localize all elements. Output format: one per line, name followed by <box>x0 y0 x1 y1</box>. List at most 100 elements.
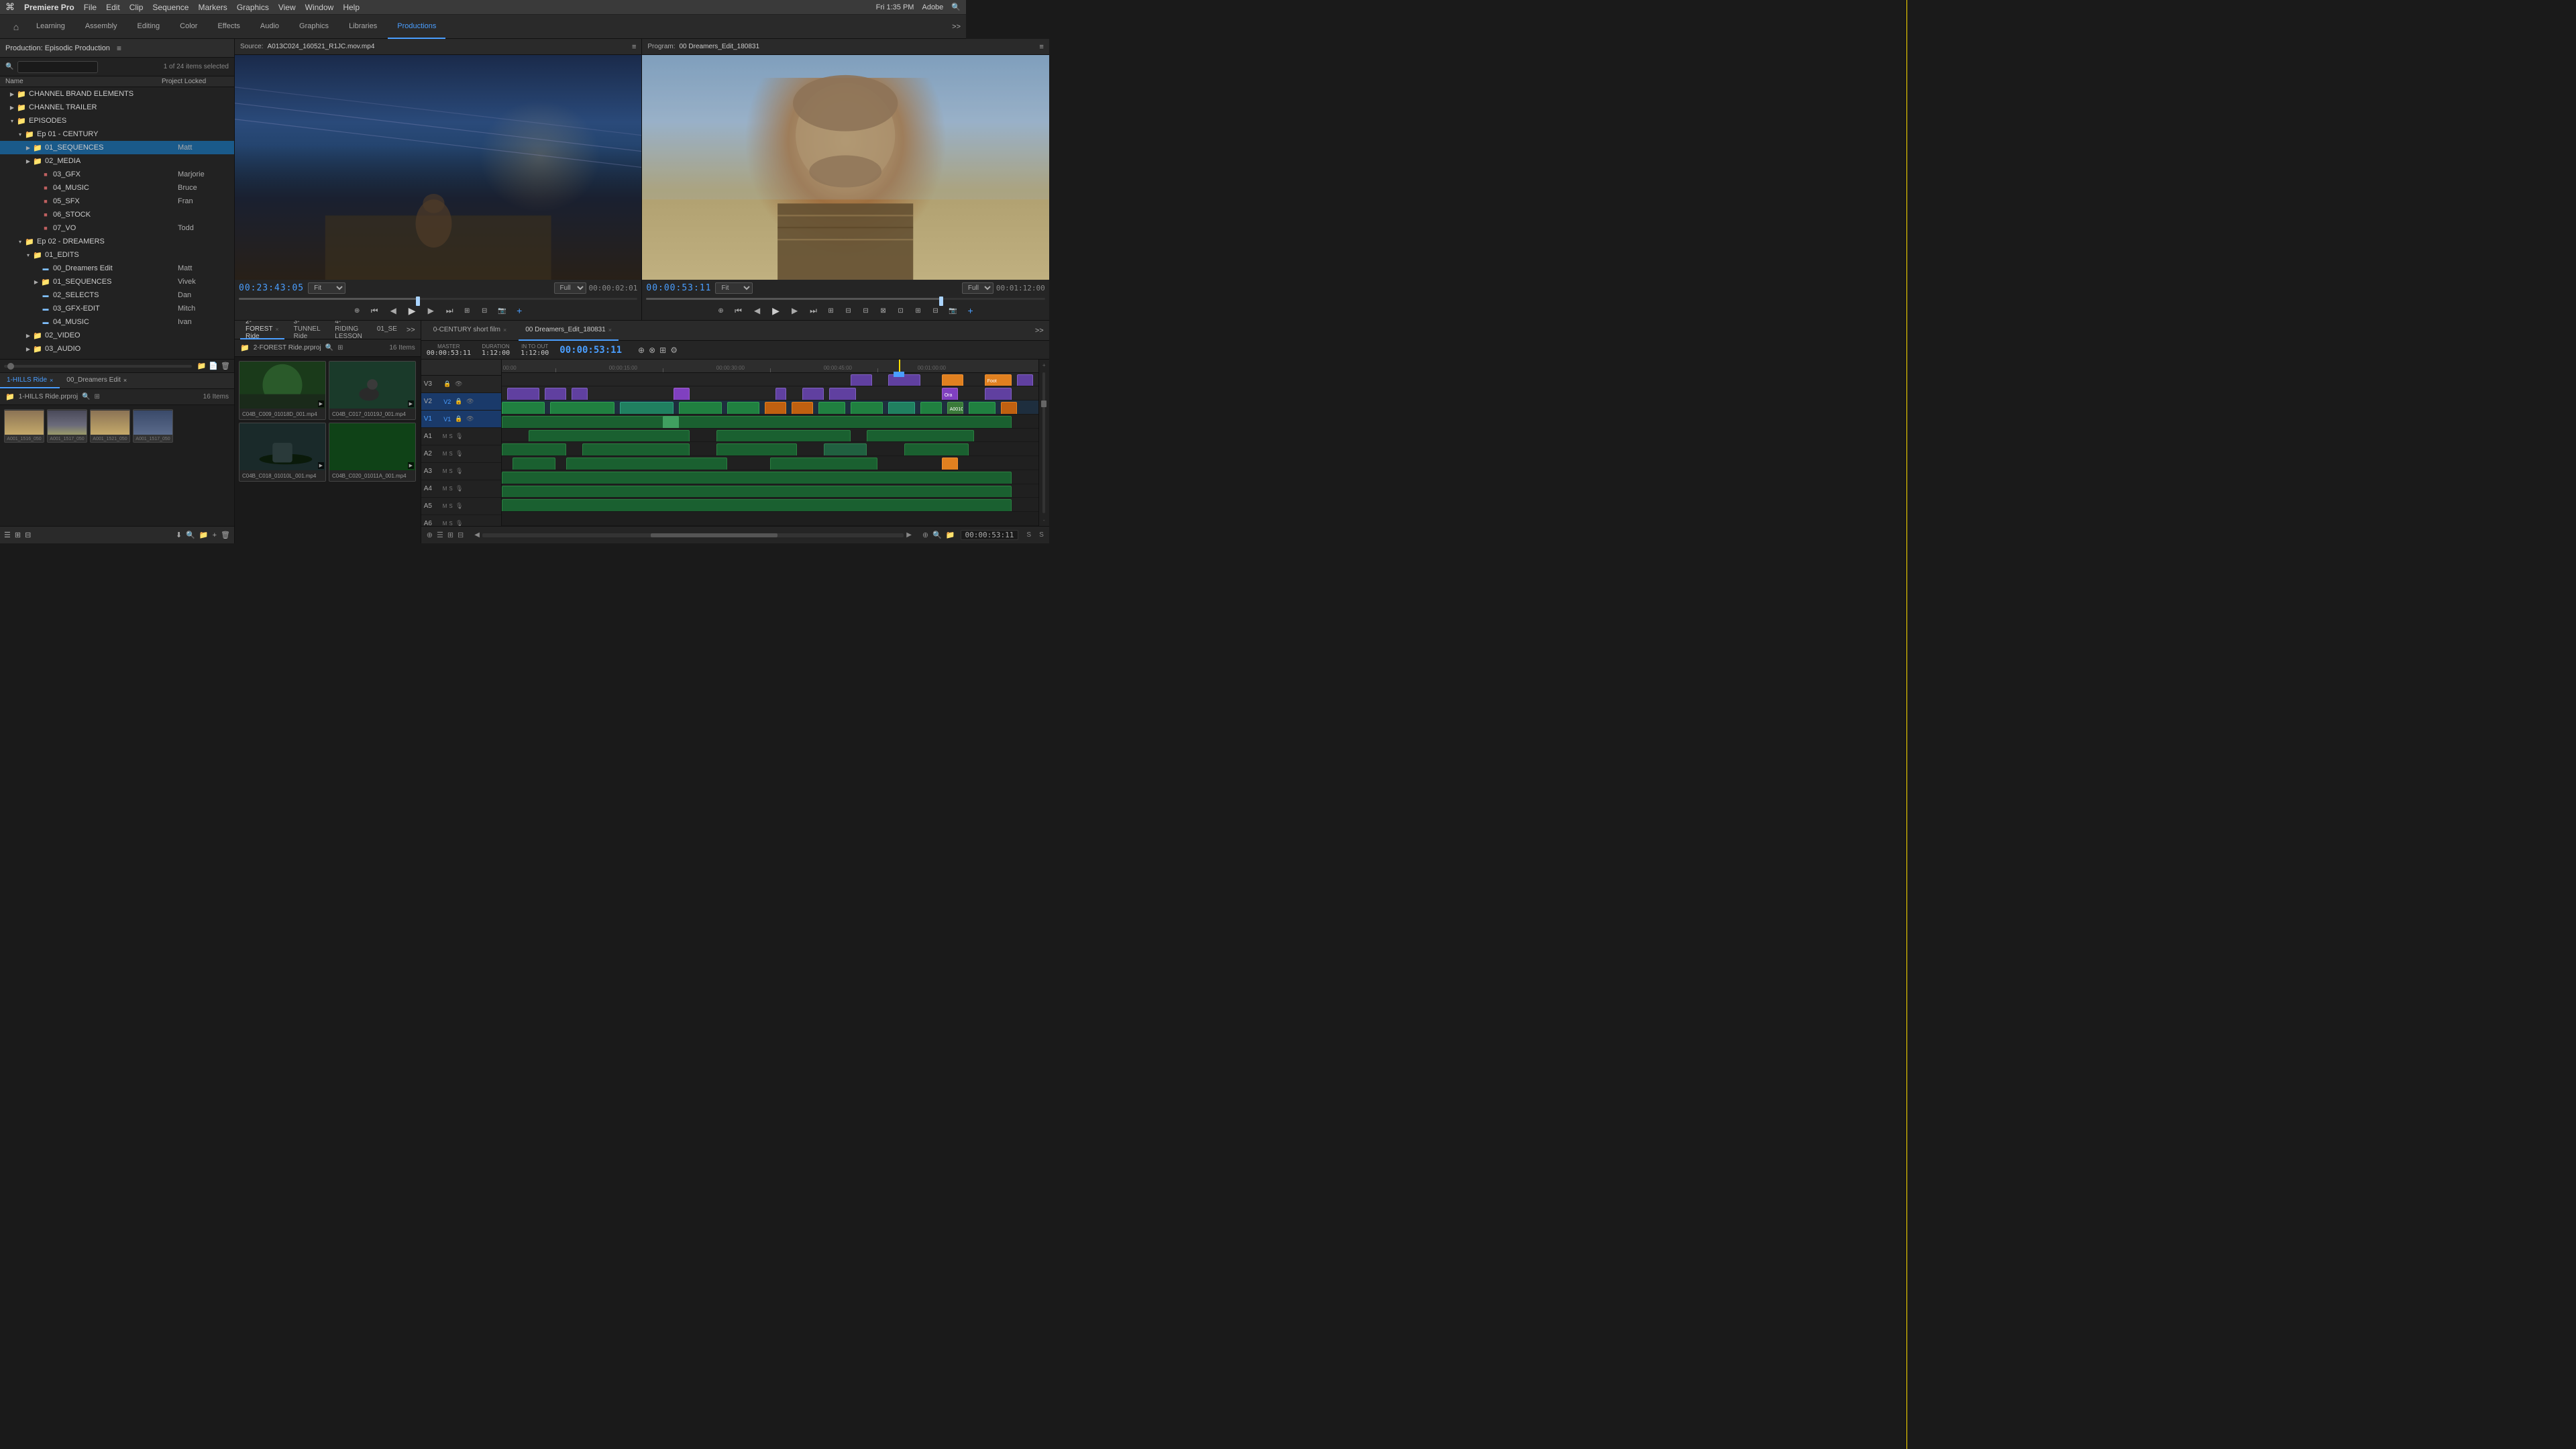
v2-clip-4[interactable] <box>674 388 690 400</box>
menu-edit[interactable]: Edit <box>106 3 120 12</box>
src-tab-01-se[interactable]: 01_SE <box>372 321 402 339</box>
v1-clip-12[interactable] <box>969 402 996 415</box>
src-tab-forest-close[interactable]: × <box>275 326 278 333</box>
tree-item-00-dreamers-edit[interactable]: ▬ 00_Dreamers Edit Matt <box>0 262 234 275</box>
new-item-button[interactable]: 📄 <box>209 362 218 370</box>
program-timecode[interactable]: 00:00:53:11 <box>646 283 711 293</box>
a5-solo-icon[interactable]: S <box>449 503 452 509</box>
list-view-icon[interactable]: ☰ <box>4 531 11 539</box>
tab-productions[interactable]: Productions <box>388 15 445 39</box>
a4-mic-icon[interactable]: 🎙 <box>455 484 464 494</box>
v1-patch-icon[interactable]: V1 <box>443 415 452 424</box>
tl-zoom-right-arrow[interactable]: ▶ <box>906 531 912 539</box>
side-zoom-out[interactable]: - <box>1043 517 1045 523</box>
program-filename[interactable]: 00 Dreamers_Edit_180831 <box>680 43 760 50</box>
a5-mute-icon[interactable]: M <box>443 503 447 509</box>
tl-tool-marker[interactable]: ⊞ <box>659 345 666 355</box>
v2-clip-2[interactable] <box>545 388 566 400</box>
timeline-ruler[interactable]: 00:00 00:00:15:00 00:00:30:00 00:00:45:0… <box>502 360 1038 373</box>
v2-clip-3[interactable] <box>572 388 588 400</box>
tl-tab-dreamers-close[interactable]: × <box>608 327 612 333</box>
a3-clip-3[interactable] <box>716 443 797 456</box>
timeline-main-timecode[interactable]: 00:00:53:11 <box>559 345 622 356</box>
a1-mic-icon[interactable]: 🎙 <box>455 432 464 441</box>
src-thumb-0[interactable]: ▶ C04B_C009_01018D_001.mp4 <box>239 361 326 420</box>
tree-item-04-music[interactable]: ■ 04_MUSIC Bruce <box>0 181 234 195</box>
v1-clip-a001[interactable]: A001C00 <box>947 402 963 415</box>
search-icon[interactable]: 🔍 <box>951 3 961 11</box>
close-hills-ride[interactable]: × <box>50 377 53 384</box>
tl-icon-1[interactable]: ⊕ <box>922 531 928 539</box>
source-filename[interactable]: A013C024_160521_R1JC.mov.mp4 <box>267 43 374 50</box>
tl-bottom-grid[interactable]: ⊞ <box>447 531 453 539</box>
bottom-tab-hills-ride[interactable]: 1-HILLS Ride × <box>0 373 60 388</box>
src-thumb-3[interactable]: ▶ C04B_C020_01011A_001.mp4 <box>329 423 416 482</box>
source-fit-dropdown[interactable]: Fit 25% 50% 75% 100% <box>308 282 345 294</box>
tab-learning[interactable]: Learning <box>27 15 74 39</box>
program-insert-icon[interactable]: ⊞ <box>824 304 838 317</box>
a3-mute-icon[interactable]: M <box>443 468 447 474</box>
v3-clip-foot[interactable]: Foot <box>985 374 1012 387</box>
menu-view[interactable]: View <box>278 3 296 12</box>
tab-graphics[interactable]: Graphics <box>290 15 338 39</box>
src-tab-forest-ride[interactable]: 2-FOREST Ride × <box>240 321 284 339</box>
a4-clip-1[interactable] <box>513 458 555 470</box>
a4-solo-icon[interactable]: S <box>449 486 452 492</box>
a1-clip-main[interactable] <box>502 416 1012 429</box>
a6-clip-main[interactable] <box>502 486 1012 498</box>
freeform-view-icon[interactable]: ⊟ <box>25 531 31 539</box>
v1-clip-8[interactable] <box>818 402 845 415</box>
program-next-edit-button[interactable]: ⏭ <box>807 304 820 317</box>
a6-mute-icon[interactable]: M <box>443 521 447 526</box>
v1-clip-4[interactable] <box>679 402 722 415</box>
menu-clip[interactable]: Clip <box>129 3 144 12</box>
a2-clip-3[interactable] <box>867 430 974 443</box>
src-tab-tunnel-ride[interactable]: 3-TUNNEL Ride <box>288 321 326 339</box>
v2-clip-5[interactable] <box>775 388 786 400</box>
search-bottom-icon[interactable]: 🔍 <box>186 531 195 539</box>
tree-item-ep01[interactable]: ▾ 📁 Ep 01 - CENTURY <box>0 127 234 141</box>
v2-eye-icon[interactable]: 👁 <box>466 397 475 407</box>
tab-color[interactable]: Color <box>170 15 207 39</box>
program-overwrite-icon[interactable]: ⊟ <box>842 304 855 317</box>
thumb-2[interactable]: A001_1521_050 <box>90 409 130 443</box>
a5-mic-icon[interactable]: 🎙 <box>455 502 464 511</box>
source-monitor-menu-icon[interactable]: ≡ <box>632 43 636 51</box>
a1-solo-icon[interactable]: S <box>449 433 452 439</box>
tree-item-06-stock[interactable]: ■ 06_STOCK <box>0 208 234 221</box>
new-item-bottom[interactable]: + <box>213 531 217 539</box>
menu-file[interactable]: File <box>84 3 97 12</box>
v1-clip-3[interactable] <box>620 402 674 415</box>
tree-item-02-video[interactable]: ▶ 📁 02_VIDEO <box>0 329 234 342</box>
thumb-0[interactable]: A001_1516_050 <box>4 409 44 443</box>
a1-clip-mid[interactable] <box>663 416 679 429</box>
tl-zoom-handle[interactable] <box>651 533 777 537</box>
v2-clip-8[interactable]: Ora <box>942 388 958 400</box>
src-thumb-1[interactable]: ▶ C04B_C017_01019J_001.mp4 <box>329 361 416 420</box>
tree-item-01-edits[interactable]: ▾ 📁 01_EDITS <box>0 248 234 262</box>
v2-patch-icon[interactable]: V2 <box>443 397 452 407</box>
bottom-tab-dreamers-edit[interactable]: 00_Dreamers Edit × <box>60 373 133 388</box>
v1-clip-9[interactable] <box>851 402 883 415</box>
v2-clip-6[interactable] <box>802 388 824 400</box>
close-dreamers-edit[interactable]: × <box>123 377 127 384</box>
a2-clip-2[interactable] <box>716 430 851 443</box>
a1-mute-icon[interactable]: M <box>443 433 447 439</box>
tl-tool-settings[interactable]: ⚙ <box>670 345 678 355</box>
tab-editing[interactable]: Editing <box>128 15 170 39</box>
a3-clip-1[interactable] <box>502 443 566 456</box>
source-play-button[interactable]: ▶ <box>405 304 419 317</box>
a3-clip-5[interactable] <box>904 443 969 456</box>
v2-clip-7[interactable] <box>829 388 856 400</box>
program-play-button[interactable]: ▶ <box>769 304 783 317</box>
menu-sequence[interactable]: Sequence <box>152 3 189 12</box>
v1-clip-13[interactable] <box>1001 402 1017 415</box>
source-step-fwd-button[interactable]: ▶ <box>424 304 437 317</box>
icon-view-icon[interactable]: ⊞ <box>15 531 21 539</box>
tl-overflow-button[interactable]: >> <box>1035 327 1044 335</box>
tab-assembly[interactable]: Assembly <box>76 15 127 39</box>
tl-tab-century[interactable]: 0-CENTURY short film × <box>427 321 513 341</box>
v3-eye-icon[interactable]: 👁 <box>454 380 464 389</box>
a7-clip-main[interactable] <box>502 499 1012 512</box>
thumb-1[interactable]: A001_1517_050 <box>47 409 87 443</box>
